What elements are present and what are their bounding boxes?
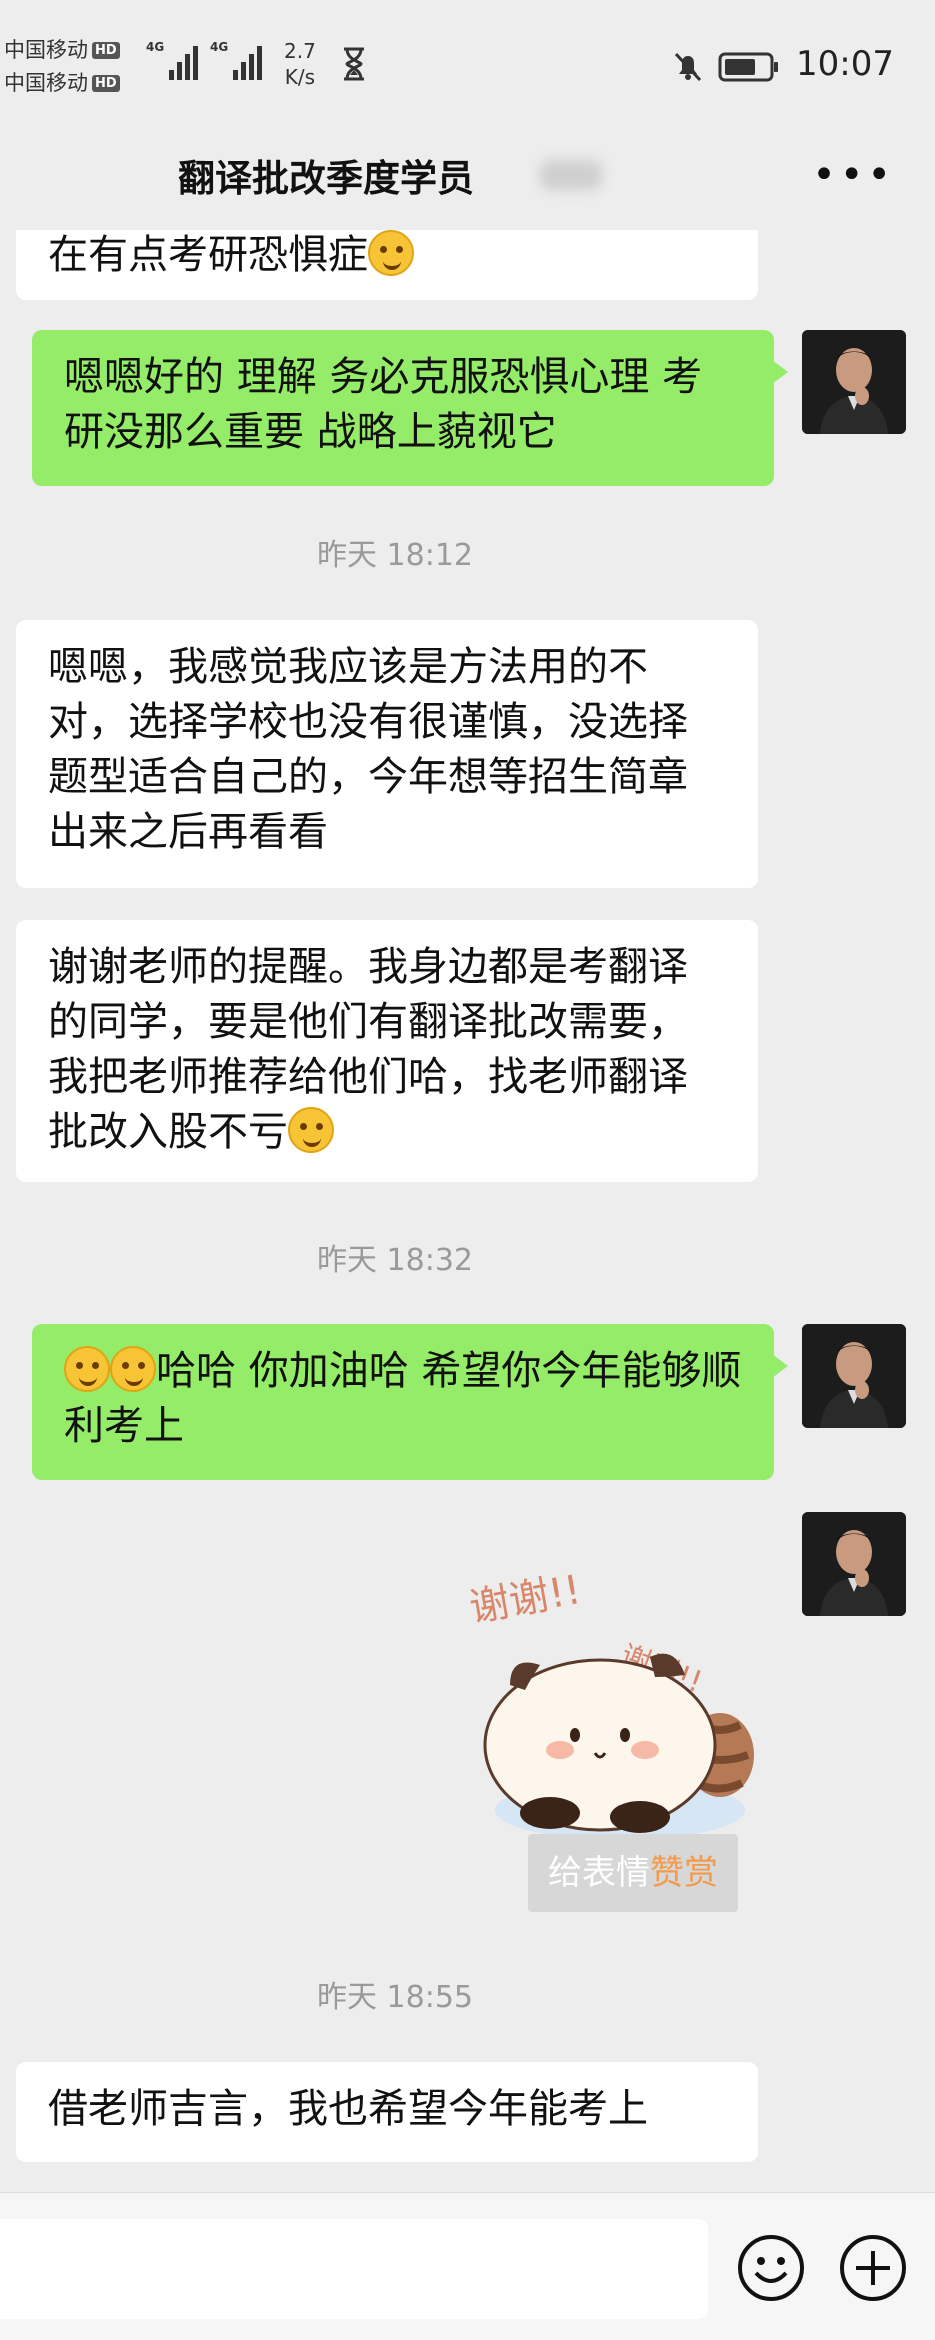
hourglass-icon bbox=[344, 47, 364, 81]
network-type-2: 4G bbox=[210, 40, 229, 54]
chat-header: 翻译批改季度学员 ••• bbox=[0, 130, 935, 230]
message-text: 嗯嗯，我感觉我应该是方法用的不对，选择学校也没有很谨慎，没选择题型适合自己的，今… bbox=[48, 644, 688, 855]
message-bubble-left[interactable]: 嗯嗯，我感觉我应该是方法用的不对，选择学校也没有很谨慎，没选择题型适合自己的，今… bbox=[16, 620, 758, 888]
reward-label: 给表情 bbox=[548, 1853, 650, 1893]
message-bubble-left[interactable]: 谢谢老师的提醒。我身边都是考翻译的同学，要是他们有翻译批改需要，我把老师推荐给他… bbox=[16, 920, 758, 1182]
message-bubble-right[interactable]: 哈哈 你加油哈 希望你今年能够顺利考上 bbox=[32, 1324, 788, 1480]
timestamp: 昨天 18:32 bbox=[317, 1243, 473, 1278]
message-input[interactable] bbox=[0, 2219, 708, 2319]
input-bar bbox=[0, 2192, 935, 2340]
title-redacted bbox=[540, 160, 602, 190]
message-text: 在有点考研恐惧症 bbox=[48, 232, 368, 278]
message-text: 借老师吉言，我也希望今年能考上 bbox=[48, 2086, 648, 2132]
signal-icon-1: 4G bbox=[146, 40, 199, 80]
message-text: 谢谢老师的提醒。我身边都是考翻译的同学，要是他们有翻译批改需要，我把老师推荐给他… bbox=[48, 944, 688, 1155]
shy-laugh-emoji bbox=[110, 1346, 156, 1392]
message-bubble-left[interactable]: 借老师吉言，我也希望今年能考上 bbox=[16, 2062, 758, 2162]
shy-laugh-emoji bbox=[64, 1346, 110, 1392]
reward-highlight: 赞赏 bbox=[650, 1853, 718, 1893]
carrier-name-1: 中国移动 bbox=[4, 38, 88, 62]
hd-badge-2: HD bbox=[92, 75, 120, 92]
laughing-crying-emoji bbox=[368, 230, 414, 276]
chat-area[interactable]: 在有点考研恐惧症 嗯嗯好的 理解 务必克服恐惧心理 考研没那么重要 战略上藐视它… bbox=[0, 230, 935, 2190]
sticker-text-1: 谢谢!! bbox=[466, 1567, 584, 1632]
avatar[interactable] bbox=[802, 1512, 906, 1616]
speed-value: 2.7 bbox=[284, 39, 316, 63]
timestamp: 昨天 18:55 bbox=[317, 1980, 473, 2015]
sticker-reward-button[interactable]: 给表情赞赏 bbox=[528, 1834, 738, 1912]
chat-title: 翻译批改季度学员 bbox=[178, 157, 474, 200]
mute-bell-icon bbox=[674, 52, 702, 82]
speed-unit: K/s bbox=[284, 65, 316, 89]
wink-emoji bbox=[288, 1107, 334, 1153]
avatar-image bbox=[802, 330, 906, 434]
hd-badge-1: HD bbox=[92, 42, 120, 59]
carrier-info: 中国移动 HD 中国移动 HD bbox=[4, 34, 120, 100]
timestamp: 昨天 18:12 bbox=[317, 538, 473, 573]
avatar-image bbox=[802, 1324, 906, 1428]
message-bubble-left[interactable]: 在有点考研恐惧症 bbox=[16, 230, 758, 300]
network-speed: 2.7 K/s bbox=[284, 38, 316, 90]
plus-icon[interactable] bbox=[838, 2233, 908, 2303]
panda-sticker[interactable]: 谢谢!! 谢谢!! bbox=[450, 1565, 770, 1865]
avatar[interactable] bbox=[802, 330, 906, 434]
avatar[interactable] bbox=[802, 1324, 906, 1428]
avatar-image bbox=[802, 1512, 906, 1616]
battery-icon bbox=[718, 52, 778, 82]
carrier-name-2: 中国移动 bbox=[4, 71, 88, 95]
more-dots-icon[interactable]: ••• bbox=[812, 152, 895, 198]
status-bar: 中国移动 HD 中国移动 HD 4G 4G 2.7 K/s 10:07 bbox=[0, 0, 935, 130]
network-type-1: 4G bbox=[146, 40, 165, 54]
message-text: 嗯嗯好的 理解 务必克服恐惧心理 考研没那么重要 战略上藐视它 bbox=[64, 354, 703, 455]
clock: 10:07 bbox=[796, 44, 894, 84]
smile-icon[interactable] bbox=[736, 2233, 806, 2303]
message-bubble-right[interactable]: 嗯嗯好的 理解 务必克服恐惧心理 考研没那么重要 战略上藐视它 bbox=[32, 330, 788, 486]
message-text: 哈哈 你加油哈 希望你今年能够顺利考上 bbox=[64, 1348, 742, 1449]
signal-icon-2: 4G bbox=[210, 40, 263, 80]
